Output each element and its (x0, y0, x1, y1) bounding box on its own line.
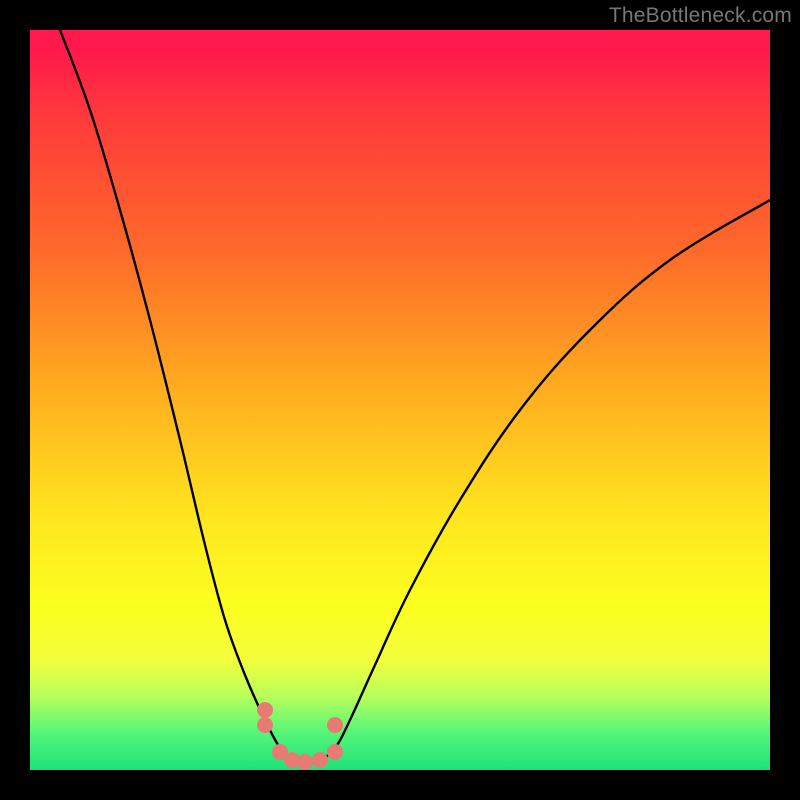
bottleneck-curve (60, 30, 770, 763)
curve-marker (257, 702, 273, 718)
chart-svg (30, 30, 770, 770)
curve-marker (257, 717, 273, 733)
plot-area (30, 30, 770, 770)
curve-marker (327, 744, 343, 760)
curve-marker (312, 752, 328, 768)
curve-markers (257, 702, 343, 770)
chart-frame: TheBottleneck.com (0, 0, 800, 800)
watermark-text: TheBottleneck.com (609, 4, 792, 28)
curve-marker (327, 717, 343, 733)
curve-marker (297, 754, 313, 770)
